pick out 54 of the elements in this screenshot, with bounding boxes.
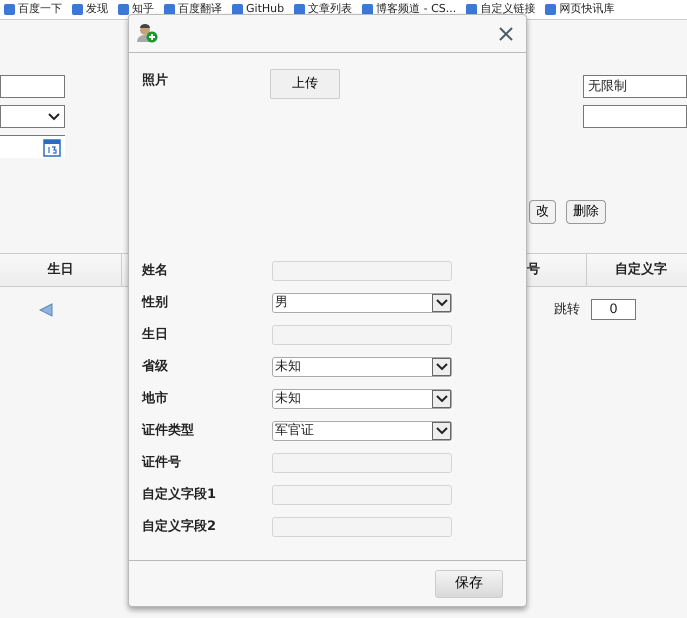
field-label: 自定义字段1	[142, 486, 218, 504]
field-label: 证件类型	[142, 422, 195, 440]
bookmark-link[interactable]: GitHub	[246, 1, 284, 18]
caret-icon	[432, 358, 451, 376]
column-header: 自定义字	[614, 260, 668, 279]
previous-icon[interactable]	[39, 302, 53, 316]
bookmark-icon	[466, 4, 478, 15]
field-label: 省级	[142, 358, 169, 376]
field-label: 姓名	[142, 262, 169, 280]
toolbar-button[interactable]: 删除	[566, 200, 606, 224]
input-field[interactable]	[583, 105, 687, 128]
calendar-icon	[43, 138, 61, 156]
bookmark-icon	[232, 4, 243, 15]
input-field[interactable]: 无限制	[583, 75, 687, 98]
column-header: 生日	[0, 254, 122, 286]
bookmark-link[interactable]: 自定义链接	[480, 1, 536, 18]
bookmark-icon	[294, 4, 306, 15]
toolbar-button[interactable]: 改	[529, 200, 556, 224]
input-field[interactable]	[0, 75, 65, 98]
bookmark-icon	[164, 4, 175, 15]
caret-icon	[48, 112, 60, 120]
close-button[interactable]	[498, 26, 514, 42]
field-label: 生日	[142, 326, 169, 344]
field-label: 照片	[142, 72, 168, 90]
bookmark-link[interactable]: 百度一下	[18, 1, 62, 18]
field-label: 地市	[142, 390, 169, 408]
date-field[interactable]	[0, 135, 65, 158]
bookmark-icon	[362, 4, 374, 15]
caret-icon	[432, 390, 451, 408]
page-input[interactable]: 0	[591, 299, 636, 320]
select-field[interactable]: 未知	[272, 389, 452, 409]
bookmark-icon	[72, 4, 83, 15]
bookmark-link[interactable]: 发现	[86, 1, 108, 18]
field-label: 自定义字段2	[142, 518, 218, 536]
caret-icon	[432, 422, 451, 440]
select-field[interactable]: 军官证	[272, 421, 452, 441]
bookmark-icon	[118, 4, 129, 15]
bookmark-link[interactable]: 知乎	[132, 1, 154, 18]
bookmark-link[interactable]: 文章列表	[308, 1, 352, 18]
select-field[interactable]: 男	[272, 293, 452, 313]
select-field[interactable]	[0, 105, 65, 128]
caret-icon	[432, 294, 451, 312]
jump-label: 跳转	[554, 300, 580, 319]
user-add-icon	[137, 24, 158, 43]
bookmark-icon	[4, 4, 15, 15]
field-label: 证件号	[142, 454, 182, 472]
field-label: 性别	[142, 294, 169, 312]
select-field[interactable]: 未知	[272, 357, 452, 377]
bookmark-link[interactable]: 百度翻译	[178, 1, 222, 18]
bookmark-icon	[545, 4, 556, 15]
upload-button[interactable]: 上传	[270, 69, 340, 99]
bookmark-link[interactable]: 网页快讯库	[559, 1, 614, 18]
save-button[interactable]: 保存	[435, 570, 503, 598]
bookmark-link[interactable]: 博客频道 - CS...	[376, 1, 456, 18]
